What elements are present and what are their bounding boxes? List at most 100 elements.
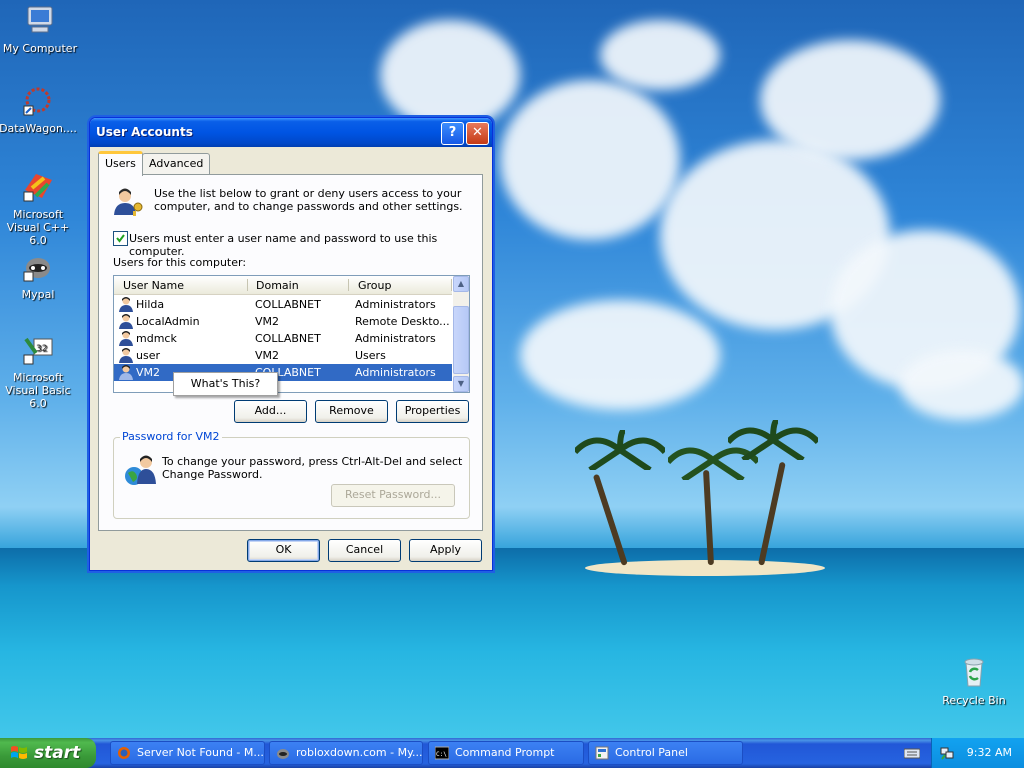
users-list[interactable]: User Name Domain Group Hilda COLLABNET A…	[113, 275, 470, 393]
column-header-domain[interactable]: Domain	[256, 279, 299, 292]
context-menu: What's This?	[173, 372, 278, 396]
datawagon-icon	[23, 87, 51, 116]
user-icon	[119, 348, 133, 363]
control-panel-icon	[595, 746, 609, 760]
user-name-cell: mdmck	[136, 332, 177, 345]
desktop-icon-label: My Computer	[2, 42, 78, 55]
domain-cell: COLLABNET	[255, 332, 321, 345]
scroll-down-arrow[interactable]: ▼	[453, 376, 469, 392]
keyboard-icon[interactable]	[904, 746, 920, 760]
column-header-group[interactable]: Group	[358, 279, 392, 292]
desktop-icon-datawagon[interactable]: DataWagon....	[0, 84, 78, 135]
checkmark-icon	[116, 234, 125, 243]
desktop-icon-label: DataWagon....	[0, 122, 77, 135]
list-header: User Name Domain Group	[114, 276, 452, 295]
require-login-label[interactable]: Users must enter a user name and passwor…	[129, 232, 482, 258]
system-tray: 9:32 AM	[931, 738, 1024, 768]
intro-text-line-1: Use the list below to grant or deny user…	[154, 187, 462, 200]
taskbar-item-label: robloxdown.com - My...	[296, 746, 423, 759]
context-menu-item-whats-this[interactable]: What's This?	[191, 377, 260, 390]
close-button[interactable]: ✕	[466, 122, 489, 145]
window-titlebar[interactable]: User Accounts ? ✕	[90, 118, 492, 147]
svg-text:32: 32	[36, 344, 47, 354]
taskbar-item-control-panel[interactable]: Control Panel	[588, 741, 743, 765]
cancel-button[interactable]: Cancel	[328, 539, 401, 562]
taskbar-item-label: Server Not Found - M...	[137, 746, 264, 759]
taskbar-item-server-not-found[interactable]: Server Not Found - M...	[110, 741, 265, 765]
group-cell: Remote Deskto...	[355, 315, 450, 328]
user-name-cell: VM2	[136, 366, 161, 379]
user-icon	[119, 331, 133, 346]
user-icon	[119, 365, 133, 380]
users-keys-icon	[114, 188, 143, 216]
user-accounts-window: User Accounts ? ✕ Users Advanced Use the…	[89, 117, 493, 571]
require-login-checkbox[interactable]	[113, 231, 128, 246]
desktop-icon-label: Recycle Bin	[942, 694, 1006, 707]
add-button[interactable]: Add...	[234, 400, 307, 423]
remove-button[interactable]: Remove	[315, 400, 388, 423]
desktop-icon-label: Mypal	[21, 288, 55, 301]
recycle-bin-icon	[964, 658, 984, 687]
group-cell: Administrators	[355, 332, 436, 345]
browser-icon	[277, 749, 289, 759]
network-icon[interactable]	[940, 746, 954, 760]
svg-text:C:\: C:\	[436, 751, 447, 758]
clock[interactable]: 9:32 AM	[967, 746, 1012, 759]
taskbar-item-label: Control Panel	[615, 746, 688, 759]
table-row[interactable]: LocalAdmin VM2 Remote Deskto...	[114, 313, 452, 330]
window-title: User Accounts	[96, 125, 193, 139]
apply-button[interactable]: Apply	[409, 539, 482, 562]
desktop-icon-mypal[interactable]: Mypal	[0, 250, 78, 301]
password-text-line-2: Change Password.	[162, 468, 263, 481]
group-cell: Users	[355, 349, 386, 362]
group-cell: Administrators	[355, 366, 436, 379]
tab-advanced[interactable]: Advanced	[142, 153, 211, 174]
user-icon	[119, 314, 133, 329]
password-text-line-1: To change your password, press Ctrl-Alt-…	[162, 455, 463, 468]
domain-cell: COLLABNET	[255, 298, 321, 311]
domain-cell: VM2	[255, 315, 280, 328]
scroll-thumb[interactable]	[453, 306, 469, 374]
table-row[interactable]: Hilda COLLABNET Administrators	[114, 296, 452, 313]
table-row-selected[interactable]: VM2 COLLABNET Administrators	[114, 364, 452, 381]
user-name-cell: Hilda	[136, 298, 165, 311]
visual-cpp-icon	[23, 174, 52, 202]
list-scrollbar[interactable]: ▲ ▼	[453, 276, 469, 392]
password-group: Password for VM2 To change your password…	[113, 430, 470, 519]
user-icon	[119, 297, 133, 312]
intro-text-line-2: computer, and to change passwords and ot…	[154, 200, 463, 213]
taskbar: start Server Not Found - M... robloxdown…	[0, 738, 1024, 768]
start-label: start	[34, 743, 81, 763]
password-group-legend: Password for VM2	[120, 430, 222, 443]
table-row[interactable]: user VM2 Users	[114, 347, 452, 364]
desktop-icon-recycle-bin[interactable]: Recycle Bin	[934, 656, 1014, 707]
desktop-icon-visual-basic[interactable]: 32 Microsoft Visual Basic 6.0	[0, 333, 78, 410]
mypal-icon	[23, 258, 50, 282]
tab-users[interactable]: Users	[98, 151, 143, 176]
desktop-icon-label: Microsoft Visual Basic 6.0	[5, 371, 71, 410]
column-header-user-name[interactable]: User Name	[123, 279, 184, 292]
my-computer-icon	[27, 6, 53, 33]
command-prompt-icon: C:\	[435, 746, 449, 760]
domain-cell: VM2	[255, 349, 280, 362]
windows-logo-icon	[11, 746, 27, 759]
user-globe-icon	[125, 455, 156, 485]
help-button[interactable]: ?	[441, 122, 464, 145]
group-cell: Administrators	[355, 298, 436, 311]
visual-basic-icon: 32	[23, 337, 53, 365]
scroll-up-arrow[interactable]: ▲	[453, 276, 469, 292]
reset-password-button: Reset Password...	[331, 484, 455, 507]
user-name-cell: user	[136, 349, 160, 362]
desktop-icon-label: Microsoft Visual C++ 6.0	[6, 208, 70, 247]
desktop-icon-visual-cpp[interactable]: Microsoft Visual C++ 6.0	[0, 170, 78, 247]
properties-button[interactable]: Properties	[396, 400, 469, 423]
firefox-icon	[118, 747, 130, 759]
taskbar-item-command-prompt[interactable]: C:\ Command Prompt	[428, 741, 584, 765]
ok-button[interactable]: OK	[247, 539, 320, 562]
start-button[interactable]: start	[0, 738, 96, 768]
table-row[interactable]: mdmck COLLABNET Administrators	[114, 330, 452, 347]
users-tab-panel: Use the list below to grant or deny user…	[98, 174, 483, 531]
desktop-icon-my-computer[interactable]: My Computer	[0, 4, 80, 55]
user-name-cell: LocalAdmin	[136, 315, 200, 328]
taskbar-item-robloxdown[interactable]: robloxdown.com - My...	[269, 741, 423, 765]
